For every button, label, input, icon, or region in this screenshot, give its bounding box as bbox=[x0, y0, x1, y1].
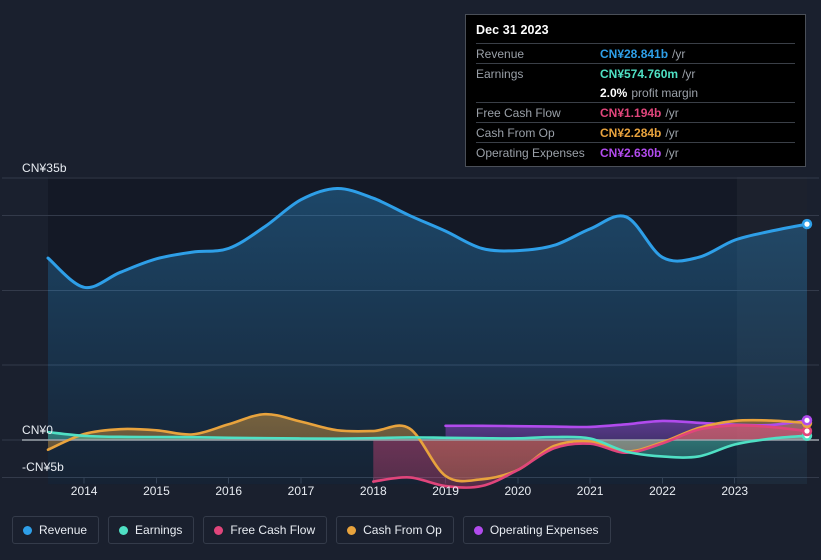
tooltip-row: Cash From Op CN¥2.284b/yr bbox=[476, 122, 795, 142]
tooltip-row-suffix: /yr bbox=[682, 67, 696, 81]
tooltip-row-label: Cash From Op bbox=[476, 126, 555, 140]
tooltip-row: 2.0% profit margin bbox=[476, 83, 795, 102]
tooltip-row-suffix: /yr bbox=[665, 106, 679, 120]
tooltip-row-label: Free Cash Flow bbox=[476, 106, 561, 120]
tooltip-row-suffix: profit margin bbox=[631, 86, 699, 100]
data-tooltip: Dec 31 2023 Revenue CN¥28.841b/yr Earnings… bbox=[465, 14, 806, 167]
tooltip-row: Operating Expenses CN¥2.630b/yr bbox=[476, 142, 795, 162]
legend-color-dot-icon bbox=[473, 525, 483, 535]
x-axis-tick-2020: 2020 bbox=[504, 484, 532, 498]
x-axis-tick-2015: 2015 bbox=[143, 484, 170, 498]
legend-color-dot-icon bbox=[214, 525, 224, 535]
y-axis-tick-2: -CN¥5b bbox=[22, 460, 64, 475]
legend-color-dot-icon bbox=[119, 525, 129, 535]
tooltip-row-value: CN¥1.194b bbox=[600, 106, 662, 120]
x-axis-tick-2023: 2023 bbox=[721, 484, 749, 498]
legend-item-label: Revenue bbox=[39, 523, 88, 537]
tooltip-row-label: Operating Expenses bbox=[476, 146, 585, 160]
legend-item-earnings[interactable]: Earnings bbox=[108, 516, 195, 544]
legend-item-operating-expenses[interactable]: Operating Expenses bbox=[462, 516, 611, 544]
tooltip-row-value: 2.0% bbox=[600, 86, 628, 100]
tooltip-row: Free Cash Flow CN¥1.194b/yr bbox=[476, 102, 795, 122]
legend-item-revenue[interactable]: Revenue bbox=[12, 516, 100, 544]
tooltip-row: Earnings CN¥574.760m/yr bbox=[476, 63, 795, 83]
chart-legend: Revenue Earnings Free Cash Flow Cash From O… bbox=[12, 516, 611, 544]
tooltip-row-suffix: /yr bbox=[665, 146, 679, 160]
x-axis-tick-2019: 2019 bbox=[432, 484, 459, 498]
legend-item-label: Earnings bbox=[135, 523, 183, 537]
tooltip-date: Dec 31 2023 bbox=[476, 23, 549, 37]
legend-item-label: Operating Expenses bbox=[489, 523, 599, 537]
legend-color-dot-icon bbox=[23, 525, 32, 535]
y-axis-tick-0: CN¥35b bbox=[22, 161, 67, 175]
tooltip-row-suffix: /yr bbox=[672, 47, 686, 61]
tooltip-rows: Revenue CN¥28.841b/yr Earnings CN¥574.760m /… bbox=[476, 43, 795, 162]
x-axis-tick-2017: 2017 bbox=[287, 484, 315, 498]
tooltip-row-label: Earnings bbox=[476, 67, 524, 81]
tooltip-row-value: CN¥28.841b bbox=[600, 47, 669, 61]
tooltip-row: Revenue CN¥28.841b/yr bbox=[476, 43, 795, 63]
tooltip-row-value: CN¥2.284b bbox=[600, 126, 662, 140]
financial-chart: CN¥35b CN¥0 -CN¥5b 2014 2015 2016 2017 2018 201… bbox=[0, 0, 821, 560]
tooltip-row-value: CN¥2.630b bbox=[600, 146, 662, 160]
x-axis-tick-2016: 2016 bbox=[215, 484, 243, 498]
legend-item-cash-from-op[interactable]: Cash From Op bbox=[336, 516, 454, 544]
x-axis-tick-2022: 2022 bbox=[649, 484, 676, 498]
legend-color-dot-icon bbox=[347, 525, 357, 535]
tooltip-row-suffix: /yr bbox=[665, 126, 679, 140]
y-axis-tick-1: CN¥0 bbox=[22, 423, 54, 437]
legend-item-label: Free Cash Flow bbox=[230, 523, 316, 537]
legend-item-label: Cash From Op bbox=[363, 523, 442, 537]
tooltip-row-value: CN¥574.760m bbox=[600, 67, 679, 81]
legend-item-free-cash-flow[interactable]: Free Cash Flow bbox=[203, 516, 328, 544]
x-axis-tick-2018: 2018 bbox=[359, 484, 387, 498]
x-axis-tick-2021: 2021 bbox=[576, 484, 604, 498]
x-axis-tick-2014: 2014 bbox=[70, 484, 98, 498]
tooltip-row-label: Revenue bbox=[476, 47, 525, 61]
